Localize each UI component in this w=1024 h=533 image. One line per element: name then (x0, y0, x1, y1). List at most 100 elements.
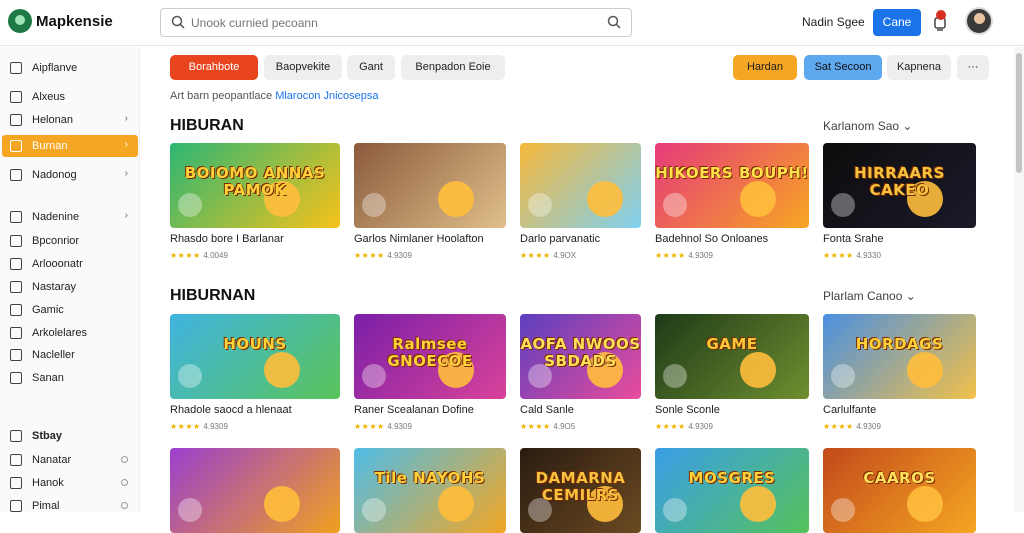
settings-icon (10, 477, 22, 489)
game-title[interactable]: Rhadole saocd a hlenaat (170, 404, 292, 416)
sidebar-item[interactable]: Nastaray (2, 276, 138, 298)
star-icon: ★★★★ (655, 422, 689, 431)
game-thumbnail[interactable]: MOSGRES (655, 448, 809, 533)
rating-value: 4.9OX (553, 251, 577, 260)
game-thumbnail[interactable]: AOFA NWOOS SBDADS (520, 314, 641, 399)
game-thumbnail[interactable]: HIRRAARS CAKEO (823, 143, 976, 228)
game-title[interactable]: Garlos Nimlaner Hoolafton (354, 233, 484, 245)
game-thumbnail[interactable]: HOUNS (170, 314, 340, 399)
game-title[interactable]: Fonta Srahe (823, 233, 884, 245)
star-icon: ★★★★ (520, 422, 554, 431)
game-logo-text: MOSGRES (688, 469, 776, 487)
sidebar-item-label: Arkolelares (32, 327, 88, 339)
game-thumbnail[interactable]: HIKOERS BOUPH! (655, 143, 809, 228)
game-logo-text: HIRRAARS CAKEO (854, 164, 945, 199)
header-primary-button[interactable]: Cane (873, 9, 921, 36)
sidebar-item[interactable]: Bpconrior (2, 230, 138, 252)
filter-chip[interactable]: ··· (957, 55, 989, 80)
sidebar-item-label: Alxeus (32, 91, 66, 103)
decor-art (663, 498, 687, 522)
sidebar-item[interactable]: Nadenine › (2, 206, 138, 228)
sidebar-item-label: Aipflanve (32, 62, 78, 74)
sidebar-item[interactable]: Helonan › (2, 109, 138, 131)
game-title[interactable]: Darlo parvanatic (520, 233, 600, 245)
sidebar-item[interactable]: Sanan (2, 367, 138, 389)
filter-chip[interactable]: Benpadon Eoie (401, 55, 505, 80)
search-input[interactable] (191, 13, 591, 33)
sidebar-item[interactable]: Stbay (2, 425, 138, 447)
breadcrumb-link[interactable]: Mlarocon Jnicosepsa (275, 90, 378, 102)
star-icon: ★★★★ (170, 251, 204, 260)
search-icon (171, 15, 185, 29)
character-art (263, 352, 300, 388)
sidebar-item-label: Arlooonatr (32, 258, 83, 270)
game-title[interactable]: Rhasdo bore I Barlanar (170, 233, 284, 245)
radio-icon[interactable] (121, 479, 128, 486)
user-name-link[interactable]: Nadin Sgee (802, 15, 865, 29)
game-title[interactable]: Cald Sanle (520, 404, 574, 416)
game-rating: ★★★★ 4.9309 (655, 251, 713, 260)
game-rating: ★★★★ 4.9OX (520, 251, 576, 260)
decor-art (178, 498, 202, 522)
decor-art (178, 364, 202, 388)
app-logo[interactable] (8, 9, 32, 33)
game-thumbnail[interactable]: BOIOMO ANNAS PAMOK (170, 143, 340, 228)
game-thumbnail[interactable] (520, 143, 641, 228)
game-title[interactable]: Carlulfante (823, 404, 876, 416)
game-thumbnail[interactable]: Ralmsee GNOECOE (354, 314, 506, 399)
sidebar-item[interactable]: Alxeus (2, 86, 138, 108)
game-thumbnail[interactable]: Tile NAYOHS (354, 448, 506, 533)
section-more-1[interactable]: Karlanom Sao ⌄ (823, 119, 912, 133)
game-thumbnail[interactable] (170, 448, 340, 533)
radio-icon[interactable] (121, 502, 128, 509)
sidebar-item-label: Stbay (32, 430, 62, 442)
sidebar-item[interactable]: Gamic (2, 299, 138, 321)
game-thumbnail[interactable]: GAME (655, 314, 809, 399)
game-thumbnail[interactable]: DAMARNA CEMILRS (520, 448, 641, 533)
decor-art (831, 498, 855, 522)
scrollbar-thumb[interactable] (1016, 53, 1022, 173)
sidebar-item[interactable]: Burnan › (2, 135, 138, 157)
sidebar-item[interactable]: Arlooonatr (2, 253, 138, 275)
filter-chip[interactable]: Borahbote (170, 55, 258, 80)
character-art (907, 486, 944, 522)
section-more-2[interactable]: Plarlam Canoo ⌄ (823, 289, 916, 303)
rating-value: 4.9309 (856, 422, 881, 431)
grid-icon (10, 500, 22, 512)
gamepad-icon (10, 304, 22, 316)
app-brand[interactable]: Mapkensie (36, 13, 113, 30)
filter-chip[interactable]: Sat Secoon (804, 55, 882, 80)
radio-icon[interactable] (121, 456, 128, 463)
image-icon (10, 91, 22, 103)
search-submit-icon[interactable] (607, 15, 621, 29)
filter-chip[interactable]: Hardan (733, 55, 797, 80)
sidebar-item[interactable]: Pimal (2, 495, 138, 517)
game-title[interactable]: Raner Scealanan Dofine (354, 404, 474, 416)
game-logo-text: Tile NAYOHS (374, 469, 486, 487)
sidebar-item[interactable]: Arkolelares (2, 322, 138, 344)
game-logo-text: GAME (706, 335, 758, 353)
sidebar-item[interactable]: Nacleller (2, 344, 138, 366)
sidebar-item[interactable]: Nanatar (2, 449, 138, 471)
game-title[interactable]: Badehnol So Onloanes (655, 233, 768, 245)
game-thumbnail[interactable]: HORDAGS (823, 314, 976, 399)
notification-icon[interactable] (932, 10, 948, 32)
scrollbar[interactable] (1014, 47, 1024, 512)
sidebar-item[interactable]: Nadonog › (2, 164, 138, 186)
search-box[interactable] (160, 8, 632, 37)
chevron-right-icon: › (124, 210, 128, 221)
sidebar-item[interactable]: Aipflanve (2, 57, 138, 79)
game-thumbnail[interactable] (354, 143, 506, 228)
user-avatar[interactable] (965, 7, 993, 35)
game-thumbnail[interactable]: CAAROS (823, 448, 976, 533)
filter-chip[interactable]: Gant (347, 55, 395, 80)
rating-value: 4.0049 (203, 251, 228, 260)
sidebar-item-label: Bpconrior (32, 235, 80, 247)
character-art (739, 486, 776, 522)
filter-chip[interactable]: Baopvekite (264, 55, 342, 80)
character-art (739, 352, 776, 388)
game-title[interactable]: Sonle Sconle (655, 404, 720, 416)
game-logo-text: CAAROS (863, 469, 936, 487)
filter-chip[interactable]: Kapnena (887, 55, 951, 80)
sidebar-item[interactable]: Hanok (2, 472, 138, 494)
